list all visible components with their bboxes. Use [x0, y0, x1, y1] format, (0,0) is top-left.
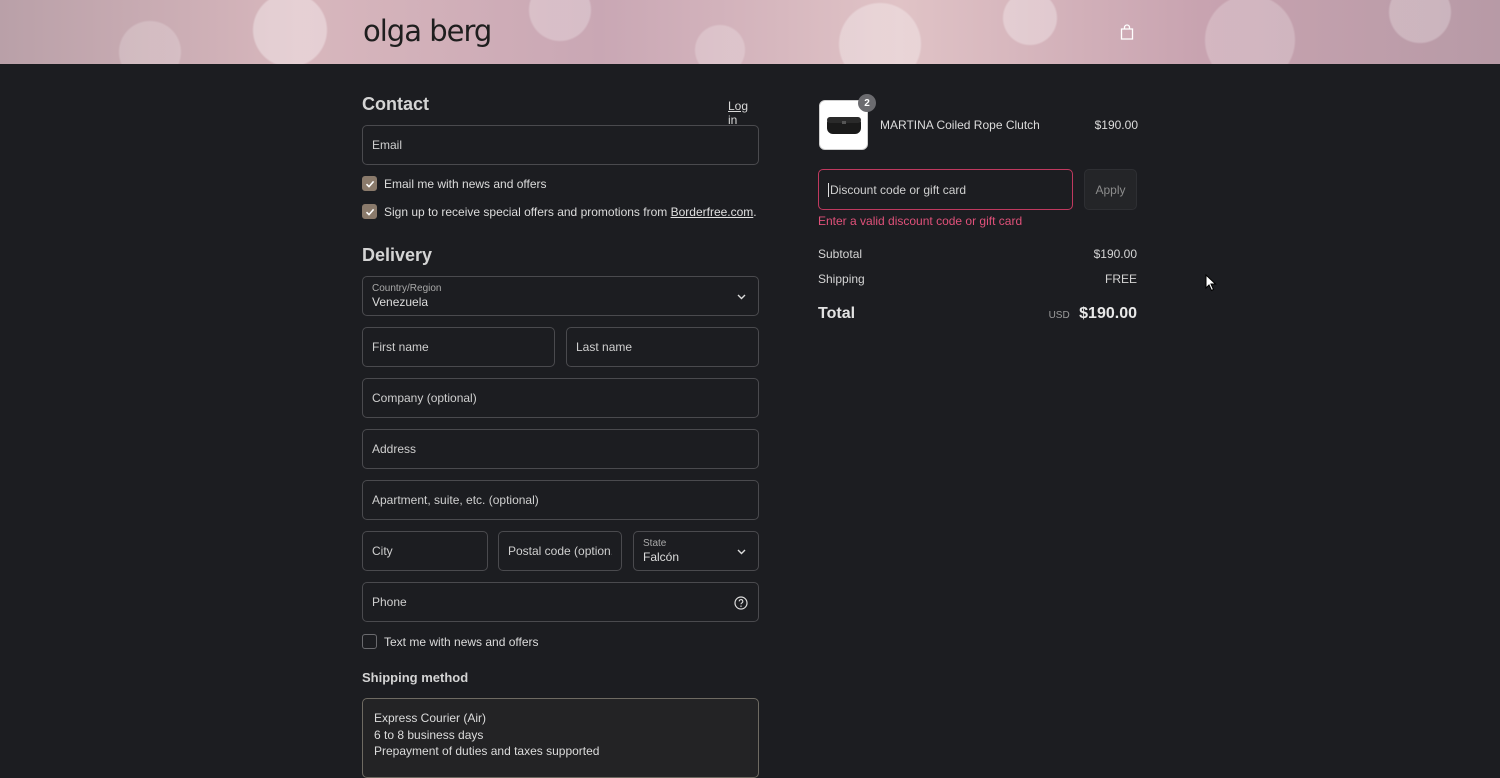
city-placeholder: City: [372, 544, 393, 558]
apartment-placeholder: Apartment, suite, etc. (optional): [372, 493, 539, 507]
first-name-field[interactable]: First name: [362, 327, 555, 367]
product-price: $190.00: [1094, 118, 1138, 132]
mouse-cursor-icon: [1205, 274, 1217, 292]
news-checkbox[interactable]: [362, 176, 377, 191]
shipping-option-note: Prepayment of duties and taxes supported: [374, 744, 600, 758]
offers-label-suffix: .: [753, 204, 757, 219]
country-value: Venezuela: [372, 294, 429, 309]
apply-button[interactable]: Apply: [1084, 169, 1137, 210]
country-label: Country/Region: [372, 282, 442, 294]
state-label: State: [643, 537, 667, 549]
checkmark-icon: [365, 180, 374, 188]
text-checkbox-label: Text me with news and offers: [384, 634, 539, 649]
offers-checkbox-row[interactable]: Sign up to receive special offers and pr…: [362, 204, 757, 219]
shipping-option[interactable]: Express Courier (Air) 6 to 8 business da…: [362, 698, 759, 778]
quantity-badge: 2: [858, 94, 876, 112]
text-checkbox[interactable]: [362, 634, 377, 649]
postal-code-placeholder: Postal code (option...: [508, 544, 612, 558]
shopping-bag-icon[interactable]: [1118, 23, 1136, 41]
product-name: MARTINA Coiled Rope Clutch: [880, 118, 1040, 132]
postal-code-field[interactable]: Postal code (option...: [498, 531, 622, 571]
login-link[interactable]: Log in: [728, 99, 759, 127]
total-label: Total: [818, 305, 856, 322]
clutch-image: [826, 117, 861, 134]
subtotal-value: $190.00: [1093, 247, 1137, 261]
total-row: Total USD $190.00: [818, 305, 1137, 323]
borderfree-link[interactable]: Borderfree.com: [671, 205, 754, 219]
discount-placeholder: Discount code or gift card: [830, 182, 967, 197]
shipping-option-duration: 6 to 8 business days: [374, 727, 484, 742]
phone-placeholder: Phone: [372, 595, 407, 609]
first-name-placeholder: First name: [372, 340, 429, 354]
delivery-title: Delivery: [362, 245, 433, 265]
offers-checkbox-label: Sign up to receive special offers and pr…: [384, 204, 671, 219]
last-name-field[interactable]: Last name: [566, 327, 759, 367]
news-checkbox-row[interactable]: Email me with news and offers: [362, 176, 547, 191]
state-value: Falcón: [643, 549, 680, 564]
shipping-value: FREE: [1104, 272, 1137, 286]
contact-title: Contact: [362, 94, 429, 114]
shipping-option-name: Express Courier (Air): [374, 711, 487, 725]
discount-code-input[interactable]: Discount code or gift card: [818, 169, 1073, 210]
subtotal-label: Subtotal: [818, 247, 863, 261]
brand-logo[interactable]: olga berg: [363, 14, 492, 48]
address-field[interactable]: Address: [362, 429, 759, 469]
country-select[interactable]: Country/Region Venezuela: [362, 276, 759, 316]
phone-field[interactable]: Phone: [362, 582, 759, 622]
chevron-down-icon: [737, 549, 746, 555]
apartment-field[interactable]: Apartment, suite, etc. (optional): [362, 480, 759, 520]
text-caret: [828, 182, 829, 197]
checkmark-icon: [365, 208, 374, 216]
company-field[interactable]: Company (optional): [362, 378, 759, 418]
help-icon[interactable]: [734, 596, 748, 610]
offers-checkbox[interactable]: [362, 204, 377, 219]
shipping-row: Shipping FREE: [818, 272, 1137, 286]
discount-error-message: Enter a valid discount code or gift card: [818, 214, 1023, 228]
shipping-label: Shipping: [818, 272, 865, 286]
header-banner: olga berg: [0, 0, 1500, 64]
company-placeholder: Company (optional): [372, 391, 477, 405]
total-value: $190.00: [1079, 305, 1137, 322]
email-field[interactable]: Email: [362, 125, 759, 165]
city-field[interactable]: City: [362, 531, 488, 571]
subtotal-row: Subtotal $190.00: [818, 247, 1137, 261]
chevron-down-icon: [737, 294, 746, 300]
last-name-placeholder: Last name: [576, 340, 633, 354]
news-checkbox-label: Email me with news and offers: [384, 176, 547, 191]
state-select[interactable]: State Falcón: [633, 531, 759, 571]
text-checkbox-row[interactable]: Text me with news and offers: [362, 634, 539, 649]
address-placeholder: Address: [372, 442, 417, 456]
shipping-method-title: Shipping method: [362, 670, 469, 685]
email-placeholder: Email: [372, 138, 403, 152]
total-currency: USD: [1048, 310, 1070, 321]
